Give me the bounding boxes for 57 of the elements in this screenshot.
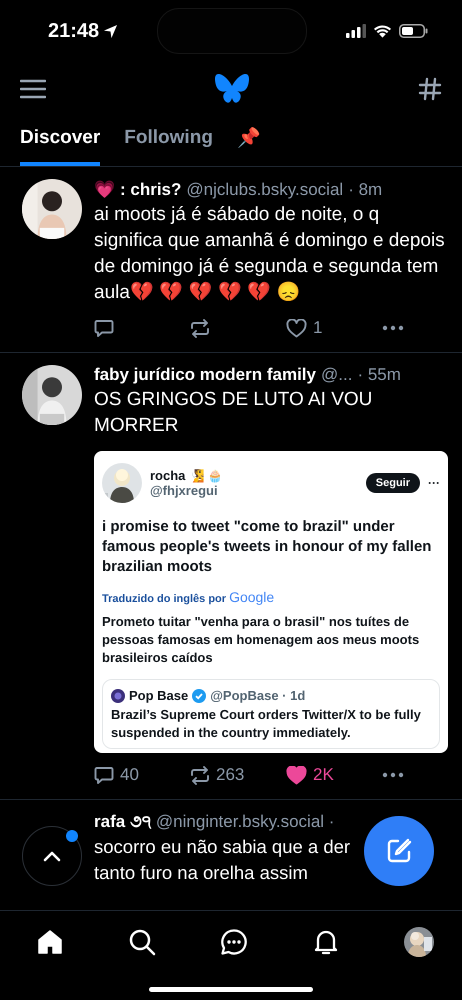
embedded-screenshot[interactable]: [94, 451, 448, 753]
compose-icon: [385, 837, 413, 865]
embed-author-handle: @fhjxregui: [150, 483, 219, 498]
translated-text: Prometo tuitar "venha para o brasil" nos tuítes de pessoas famosas em homenagem aos meus moots brasileiros caídos: [102, 613, 420, 667]
author-emoji: 🧏 🧁: [189, 468, 223, 482]
quote-author-name: Pop Base: [129, 688, 188, 703]
menu-icon[interactable]: [20, 79, 46, 99]
author-name[interactable]: faby jurídico modern family: [94, 365, 316, 385]
verified-icon: [192, 688, 206, 702]
translation-note: Traduzido do inglês por: [102, 593, 226, 605]
heart-icon: [286, 318, 307, 338]
author-name[interactable]: : chris?: [120, 180, 182, 200]
home-icon[interactable]: [36, 928, 64, 956]
hashtag-icon[interactable]: [418, 77, 442, 101]
more-icon[interactable]: [382, 772, 404, 778]
like-button[interactable]: 2K: [286, 765, 346, 785]
new-posts-dot: [66, 830, 78, 842]
author-handle[interactable]: @ninginter.bsky.social ·: [156, 812, 334, 832]
repost-icon: [190, 318, 210, 338]
repost-icon: [190, 766, 210, 784]
butterfly-logo[interactable]: [214, 73, 250, 105]
post-text: OS GRINGOS DE LUTO AI VOU MORRER: [94, 388, 374, 438]
post-text: socorro eu não sabia que a der tanto furo na orelha assim: [94, 835, 352, 885]
bell-icon[interactable]: [312, 928, 340, 956]
more-icon: ···: [428, 476, 440, 490]
quote-author-handle: @PopBase · 1d: [210, 688, 306, 703]
repost-button[interactable]: 263: [190, 765, 250, 785]
feed-tab[interactable]: 📌: [236, 116, 261, 166]
reply-icon: [94, 766, 114, 784]
author-name[interactable]: rafa ૭੧: [94, 812, 151, 832]
search-icon[interactable]: [128, 928, 156, 956]
reply-button[interactable]: 40: [94, 765, 154, 785]
chat-icon[interactable]: [220, 928, 248, 956]
post-time: · 8m: [348, 180, 382, 200]
post-text: ai moots já é sábado de noite, o q significa que amanhã é domingo e depois de domingo já é segunda e segunda tem aula💔 💔 💔 💔 💔 😞: [94, 203, 446, 305]
popbase-avatar-icon: [111, 688, 125, 702]
battery-icon: [399, 24, 428, 38]
google-wordmark: Google: [229, 589, 274, 605]
chevron-up-icon: [43, 850, 61, 862]
location-arrow-icon: [103, 24, 118, 38]
feed-tab[interactable]: Following: [124, 116, 213, 166]
follow-button: Seguir: [366, 473, 420, 493]
signal-icon: [346, 24, 366, 38]
author-emoji: 💗: [94, 179, 115, 200]
embed-author-name: rocha: [150, 468, 186, 483]
more-icon[interactable]: [382, 325, 404, 331]
heart-icon: [286, 766, 307, 784]
status-time: 21:48: [48, 20, 100, 42]
feed-tab[interactable]: Discover: [20, 116, 100, 166]
wifi-icon: [373, 24, 392, 38]
author-handle[interactable]: @njclubs.bsky.social: [186, 180, 344, 200]
embed-post-text: i promise to tweet "come to brazil" under famous people's tweets in honour of my fallen brazilian moots: [102, 517, 432, 577]
like-button[interactable]: 1: [286, 318, 346, 338]
quote-text: Brazil’s Supreme Court orders Twitter/X to be fully suspended in the country immediately.: [111, 706, 422, 742]
post-time: · 55m: [357, 365, 401, 385]
author-handle[interactable]: @...: [321, 365, 352, 385]
reply-icon: [94, 318, 114, 338]
